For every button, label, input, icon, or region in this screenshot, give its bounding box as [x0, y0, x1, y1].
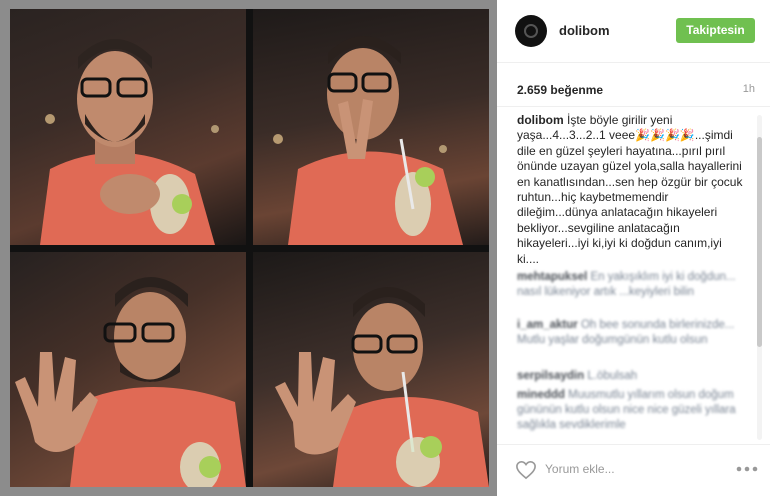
comment-username[interactable]: mehtapuksel [517, 271, 587, 283]
post-header: dolibom Takiptesin [497, 0, 770, 63]
comment-username[interactable]: i_am_aktur [517, 319, 578, 331]
comment-username[interactable]: serpilsaydin [517, 370, 584, 382]
photo-collage[interactable] [10, 9, 489, 487]
collage-photo-4 [253, 252, 489, 487]
collage-photo-1 [10, 9, 246, 245]
comment-item: mineddd Muusmutlu yıllarım olsun doğum g… [517, 388, 747, 433]
caption-text: İşte böyle girilir yeni yaşa...4...3...2… [517, 113, 743, 266]
post-caption: dolibom İşte böyle girilir yeni yaşa...4… [517, 113, 747, 267]
likes-count[interactable]: 2.659 beğenme [517, 83, 603, 97]
man-portrait-image-4 [275, 287, 489, 487]
comment-input[interactable]: Yorum ekle... [545, 462, 615, 476]
post-side-panel: dolibom Takiptesin 2.659 beğenme 1h doli… [497, 0, 770, 496]
post-time[interactable]: 1h [743, 83, 755, 95]
post-stats: 2.659 beğenme 1h [497, 62, 770, 107]
man-portrait-image-2 [273, 36, 463, 245]
photo-pane [0, 0, 497, 496]
comment-username[interactable]: mineddd [517, 389, 565, 401]
username-link[interactable]: dolibom [559, 23, 610, 38]
collage-photo-3 [10, 252, 246, 487]
heart-icon[interactable] [515, 460, 537, 480]
avatar-icon[interactable] [515, 15, 547, 47]
following-button[interactable]: Takiptesin [676, 18, 755, 43]
comment-item: mehtapuksel En yakışıklım iyi ki doğdun.… [517, 270, 747, 300]
comments-list[interactable]: dolibom İşte böyle girilir yeni yaşa...4… [497, 107, 770, 444]
comments-scrollbar-thumb[interactable] [757, 137, 762, 347]
caption-username[interactable]: dolibom [517, 113, 564, 127]
man-portrait-image-1 [40, 39, 219, 245]
man-portrait-image-3 [15, 277, 246, 487]
collage-photo-2 [253, 9, 489, 245]
comment-text: L.öbulsah [587, 370, 638, 382]
post-footer: Yorum ekle... [497, 444, 770, 497]
comment-item: i_am_aktur Oh bee sonunda birlerinizde..… [517, 318, 747, 348]
comment-item: serpilsaydin L.öbulsah [517, 369, 747, 384]
more-options-icon[interactable] [735, 461, 759, 477]
